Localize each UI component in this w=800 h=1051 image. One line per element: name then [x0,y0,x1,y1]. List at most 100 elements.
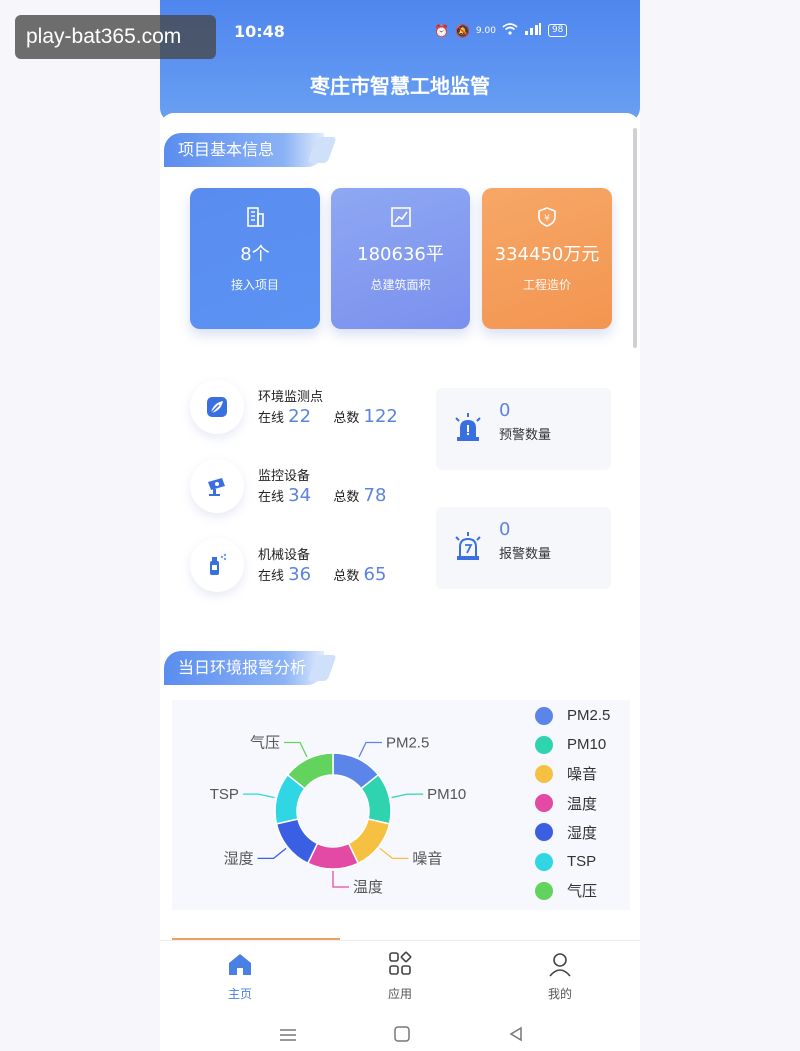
user-icon [520,951,600,981]
legend-label: 温度 [567,795,598,813]
alarm-label: 报警数量 [499,547,552,562]
slice-label: PM2.5 [386,735,429,752]
tab-mine[interactable]: 我的 [520,951,600,1002]
legend-swatch [535,764,553,783]
slice-label: 湿度 [224,850,254,867]
donut-slice[interactable] [275,818,319,865]
status-time: 10:48 [234,22,285,41]
stat-env-monitor[interactable]: 环境监测点 在线 22 总数 122 [190,380,430,450]
shield-money-icon: ¥ [536,206,558,228]
leader-line [379,847,409,860]
online-label: 在线 [258,569,285,584]
card-label: 工程造价 [522,278,571,292]
total-count: 65 [363,564,387,585]
home-icon [200,951,280,981]
online-label: 在线 [258,490,285,505]
warning-count: 0 [499,400,511,421]
net-speed: 9.00 [475,25,496,36]
slice-label: 温度 [353,879,383,896]
scrollbar[interactable] [633,128,637,348]
stat-name: 机械设备 [258,548,311,563]
slice-label: 气压 [250,735,280,752]
legend-swatch [535,852,553,871]
camera-icon [190,459,244,513]
legend-swatch [535,735,553,754]
watermark: play-bat365.com [15,15,216,59]
system-nav-bar [160,1015,640,1051]
stat-counts: 在线 34 总数 78 [258,485,386,506]
alarm-icon [452,531,484,565]
tab-label: 主页 [227,987,252,1001]
signal-icon [524,23,542,38]
legend-item[interactable]: 噪音 [535,759,610,788]
spray-icon [190,538,244,592]
building-icon [244,206,266,228]
legend-item[interactable]: PM2.5 [535,701,610,730]
stat-counts: 在线 22 总数 122 [258,406,398,427]
battery-icon: 98 [547,24,568,37]
legend-swatch [535,823,553,842]
legend-item[interactable]: 温度 [535,789,610,818]
siren-icon [452,412,484,446]
alarm-count-box[interactable]: 0 报警数量 [436,507,611,589]
card-cost[interactable]: ¥ 334450万元 工程造价 [482,188,612,329]
tab-apps[interactable]: 应用 [360,951,440,1002]
menu-nav-icon[interactable] [279,1027,297,1046]
status-icons: ⏰ 🔕 9.00 98 [434,23,568,38]
stat-counts: 在线 36 总数 65 [258,564,386,585]
legend-swatch [535,706,553,725]
legend-item[interactable]: PM10 [535,730,610,759]
mute-icon: 🔕 [454,23,470,38]
tab-home[interactable]: 主页 [200,951,280,1002]
leader-line [391,793,424,799]
slice-label: PM10 [427,786,466,803]
leader-line [257,847,287,860]
app-title: 枣庄市智慧工地监管 [310,74,490,98]
card-value: 180636平 [357,244,444,265]
slice-label: TSP [210,786,239,803]
chart-legend: PM2.5 PM10 噪音温度湿度 TSP 气压 [535,701,610,905]
legend-swatch [535,881,553,900]
tab-label: 我的 [547,987,572,1001]
tab-label: 应用 [387,987,412,1001]
legend-label: PM10 [567,736,607,754]
leader-line [332,871,349,888]
wifi-icon [502,23,518,38]
home-nav-icon[interactable] [394,1026,410,1046]
card-value: 8个 [240,244,270,265]
card-label: 接入项目 [230,278,279,292]
warning-label: 预警数量 [499,428,552,443]
chart-icon [390,206,412,228]
card-value: 334450万元 [494,244,600,265]
alarm-clock-icon: ⏰ [434,23,449,38]
back-nav-icon[interactable] [508,1026,524,1046]
stat-name: 环境监测点 [258,390,324,405]
online-count: 22 [288,406,312,427]
total-count: 78 [363,485,387,506]
legend-item[interactable]: TSP [535,847,610,876]
card-projects[interactable]: 8个 接入项目 [190,188,320,329]
leader-line [284,741,308,758]
phone-screen: 10:48 ⏰ 🔕 9.00 98 枣庄市智慧工地监管 项目基本信息 8个 接入… [160,0,640,1051]
legend-label: 噪音 [567,766,598,784]
leader-line [242,793,275,799]
stat-name: 监控设备 [258,469,311,484]
app-header: 10:48 ⏰ 🔕 9.00 98 枣庄市智慧工地监管 [160,0,640,122]
legend-label: PM2.5 [567,707,611,725]
online-count: 36 [288,564,312,585]
total-label: 总数 [333,490,360,505]
svg-text:¥: ¥ [544,214,550,224]
section-basic-info: 项目基本信息 [164,133,324,167]
total-count: 122 [363,406,398,427]
stat-machinery[interactable]: 机械设备 在线 36 总数 65 [190,538,430,608]
alarm-count: 0 [499,519,511,540]
warning-count-box[interactable]: 0 预警数量 [436,388,611,470]
legend-item[interactable]: 湿度 [535,818,610,847]
legend-item[interactable]: 气压 [535,876,610,905]
slice-label: 噪音 [412,850,442,867]
card-area[interactable]: 180636平 总建筑面积 [331,188,470,329]
legend-swatch [535,794,553,813]
stat-monitoring-devices[interactable]: 监控设备 在线 34 总数 78 [190,459,430,529]
online-count: 34 [288,485,312,506]
apps-icon [360,951,440,981]
